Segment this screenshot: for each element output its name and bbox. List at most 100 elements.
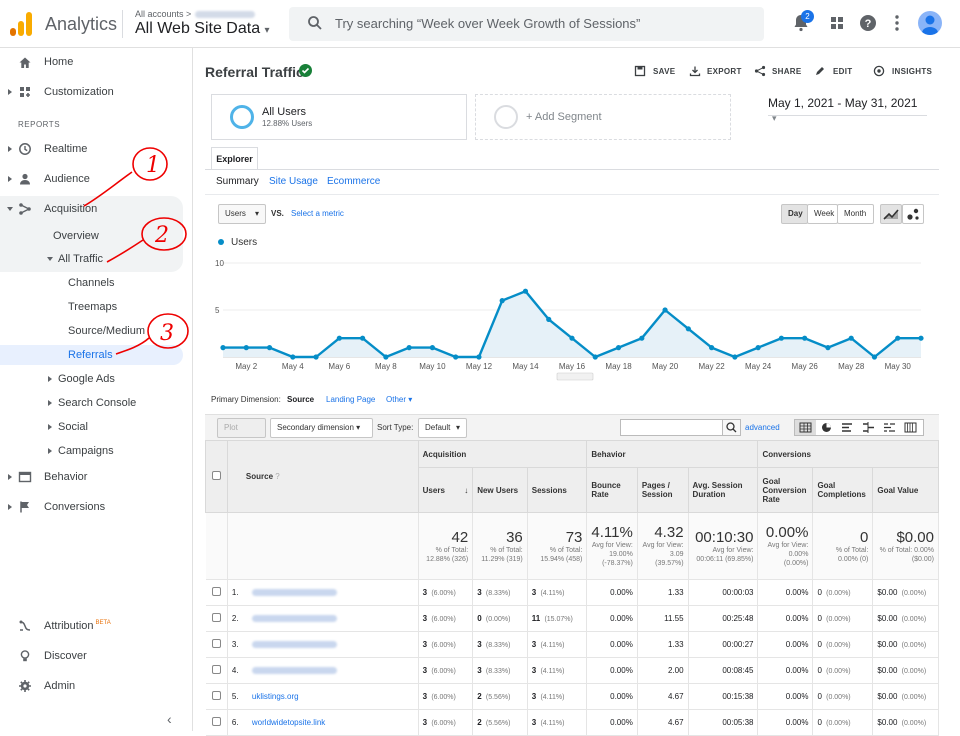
apps-grid-icon[interactable] [826,12,848,34]
sidebar-item-treemaps[interactable]: Treemaps [68,301,117,313]
performance-view-icon[interactable] [837,420,858,435]
expand-arrow-icon[interactable] [8,89,12,95]
expand-arrow-icon[interactable] [48,424,52,430]
line-chart-toggle[interactable] [880,204,902,224]
sidebar-item-attribution[interactable]: Attribution BETA [44,620,111,632]
sidebar-item-overview[interactable]: Overview [53,230,99,242]
sidebar-item-discover[interactable]: Discover [44,650,87,662]
row-checkbox[interactable] [211,613,221,622]
sidebar-item-all-traffic[interactable]: All Traffic [58,253,103,265]
subtab-summary[interactable]: Summary [216,176,259,187]
expand-arrow-icon[interactable] [8,504,12,510]
source-link[interactable]: uklistings.org [252,692,299,701]
expand-arrow-icon[interactable] [8,474,12,480]
col-header-sessions[interactable]: Sessions [526,467,588,513]
sidebar-item-campaigns[interactable]: Campaigns [58,445,114,457]
granularity-week-button[interactable]: Week [807,204,838,224]
sidebar-item-channels[interactable]: Channels [68,277,114,289]
table-row[interactable]: 2. 3 (6.00%) 0 (0.00%) 11 (15.07%) 0.00% 11.5… [205,605,939,632]
collapse-arrow-icon[interactable] [7,207,13,211]
insights-button[interactable]: INSIGHTS [892,67,932,76]
users-line-chart[interactable]: 10 5 May 2 May 4 May 6 May 8 May 10 May 12 May 1… [205,253,939,383]
col-header-source[interactable]: Source ? [226,440,419,513]
expand-arrow-icon[interactable] [48,400,52,406]
date-range-picker[interactable]: May 1, 2021 - May 31, 2021 ▾ [768,96,927,123]
row-checkbox[interactable] [211,639,221,648]
account-avatar[interactable] [918,11,942,35]
granularity-day-button[interactable]: Day [781,204,808,224]
table-row[interactable]: 4. 3 (6.00%) 3 (8.33%) 3 (4.11%) 0.00% 2.00 00… [205,657,939,684]
sidebar-item-acquisition[interactable]: Acquisition [44,203,97,215]
select-all-checkbox[interactable] [211,471,221,480]
plot-rows-button[interactable]: Plot Rows [217,418,266,450]
pie-view-icon[interactable] [816,420,837,435]
secondary-dimension-select[interactable]: Secondary dimension ▾ [270,418,373,438]
segment-all-users[interactable]: All Users 12.88% Users [211,94,467,140]
table-row[interactable]: 5. uklistings.org 3 (6.00%) 2 (5.56%) 3 (4.1… [205,683,939,710]
collapse-sidebar-chevron-icon[interactable]: ‹ [167,711,172,727]
table-search-button[interactable] [722,419,741,436]
property-selector[interactable]: All Web Site Data ▾ [135,20,270,38]
col-header-new-users[interactable]: New Users [472,467,528,513]
sidebar-item-google-ads[interactable]: Google Ads [58,373,115,385]
table-view-icon[interactable] [795,420,816,435]
row-checkbox[interactable] [211,717,221,726]
col-header-pages-session[interactable]: Pages / Session [636,467,689,513]
table-row[interactable]: 3. 3 (6.00%) 3 (8.33%) 3 (4.11%) 0.00% 1.33 00… [205,631,939,658]
col-header-avg-session-duration[interactable]: Avg. Session Duration [687,467,759,513]
advanced-filter-link[interactable]: advanced [745,423,780,432]
granularity-month-button[interactable]: Month [837,204,874,224]
motion-chart-toggle[interactable] [902,204,924,224]
source-redacted[interactable] [251,641,337,649]
save-button[interactable]: SAVE [653,67,675,76]
sort-type-select[interactable]: Default ▾ [418,418,467,438]
sidebar-item-home[interactable]: Home [44,56,73,68]
dimension-landing-page[interactable]: Landing Page [326,395,375,404]
metric-select[interactable]: Users ▾ [218,204,266,224]
col-header-users[interactable]: Users ↓ [417,467,474,513]
table-search-input[interactable] [620,419,723,436]
account-breadcrumb[interactable]: All accounts > [135,9,256,19]
sidebar-item-source-medium[interactable]: Source/Medium [68,325,145,337]
sidebar-item-conversions[interactable]: Conversions [44,501,105,513]
export-button[interactable]: EXPORT [707,67,742,76]
sidebar-item-search-console[interactable]: Search Console [58,397,136,409]
sidebar-item-customization[interactable]: Customization [44,86,114,98]
col-header-goal-conversion-rate[interactable]: Goal Conversion Rate [757,467,814,513]
expand-arrow-icon[interactable] [8,146,12,152]
dimension-source[interactable]: Source [287,395,314,404]
analytics-logo-icon[interactable] [10,12,32,36]
more-vert-icon[interactable] [886,12,908,34]
col-header-bounce-rate[interactable]: Bounce Rate [586,467,638,513]
tab-explorer[interactable]: Explorer [211,147,258,169]
collapse-arrow-icon[interactable] [47,257,53,261]
sidebar-item-referrals[interactable]: Referrals [68,349,113,361]
row-checkbox[interactable] [211,587,221,596]
source-link[interactable]: worldwidetopsite.link [252,718,325,727]
col-header-goal-completions[interactable]: Goal Completions [812,467,874,513]
expand-arrow-icon[interactable] [8,176,12,182]
sidebar-item-social[interactable]: Social [58,421,88,433]
add-segment-button[interactable]: + Add Segment [475,94,731,140]
help-icon[interactable]: ? [857,12,879,34]
subtab-site-usage[interactable]: Site Usage [269,176,318,187]
source-redacted[interactable] [251,589,337,597]
pivot-view-icon[interactable] [900,420,921,435]
expand-arrow-icon[interactable] [48,448,52,454]
term-cloud-icon[interactable] [879,420,900,435]
row-checkbox[interactable] [211,691,221,700]
table-row[interactable]: 6. worldwidetopsite.link 3 (6.00%) 2 (5.56%… [205,709,939,736]
edit-button[interactable]: EDIT [833,67,852,76]
table-row[interactable]: 1. 3 (6.00%) 3 (8.33%) 3 (4.11%) 0.00% 1.33 00… [205,579,939,606]
comparison-view-icon[interactable] [858,420,879,435]
subtab-ecommerce[interactable]: Ecommerce [327,176,380,187]
sidebar-item-behavior[interactable]: Behavior [44,471,87,483]
sidebar-item-admin[interactable]: Admin [44,680,75,692]
source-redacted[interactable] [251,615,337,623]
row-checkbox[interactable] [211,665,221,674]
source-redacted[interactable] [251,667,337,675]
sidebar-item-realtime[interactable]: Realtime [44,143,87,155]
select-metric-link[interactable]: Select a metric [291,209,344,218]
expand-arrow-icon[interactable] [48,376,52,382]
search-input[interactable]: Try searching “Week over Week Growth of … [289,7,764,41]
